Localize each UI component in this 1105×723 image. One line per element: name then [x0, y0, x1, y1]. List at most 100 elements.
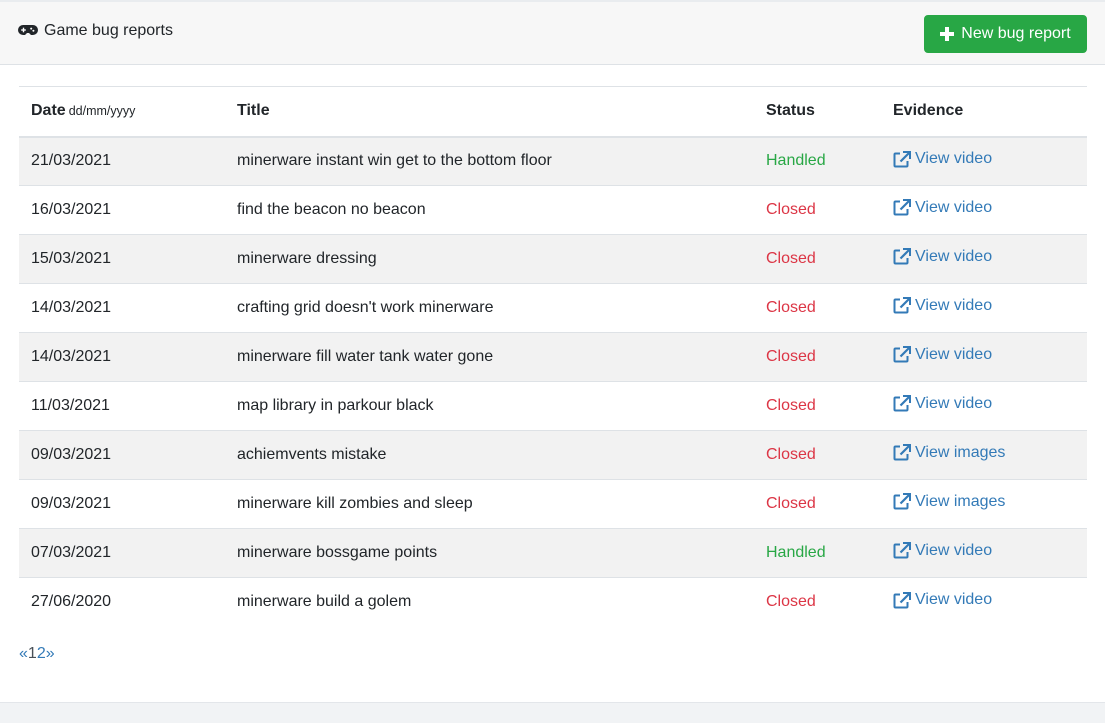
table-row: 21/03/2021 minerware instant win get to t…	[19, 136, 1087, 186]
external-link-icon	[893, 395, 911, 412]
row-status: Closed	[754, 185, 881, 235]
row-evidence: View video	[881, 136, 1087, 186]
evidence-link-label: View video	[915, 198, 993, 216]
row-evidence: View video	[881, 577, 1087, 627]
row-title: minerware dressing	[225, 234, 754, 284]
pagination-page-1[interactable]: 1	[28, 645, 37, 663]
row-status: Closed	[754, 332, 881, 382]
new-bug-report-button[interactable]: New bug report	[924, 15, 1087, 53]
row-title: map library in parkour black	[225, 381, 754, 431]
evidence-link-label: View video	[915, 150, 993, 167]
column-header-title[interactable]: Title	[225, 86, 754, 138]
brand: Game bug reports	[18, 22, 173, 40]
external-link-icon	[893, 591, 911, 608]
row-date: 07/03/2021	[19, 528, 225, 578]
row-title: achiemvents mistake	[225, 430, 754, 480]
external-link-icon	[893, 297, 911, 314]
row-evidence: View video	[881, 332, 1087, 382]
evidence-link-label: View images	[915, 492, 1006, 510]
row-title: minerware bossgame points	[225, 528, 754, 578]
row-evidence: View video	[881, 528, 1087, 578]
table-header-row: Date dd/mm/yyyy Title Status Evidence	[19, 86, 1087, 138]
table-row: 27/06/2020 minerware build a golem Closed V…	[19, 577, 1087, 627]
table-row: 07/03/2021 minerware bossgame points Handl…	[19, 528, 1087, 578]
row-title: crafting grid doesn't work minerware	[225, 283, 754, 333]
evidence-link-label: View video	[915, 591, 993, 608]
row-title: find the beacon no beacon	[225, 185, 754, 235]
gamepad-icon	[18, 25, 38, 35]
page-title: Game bug reports	[44, 22, 173, 39]
evidence-link[interactable]: View video	[893, 395, 992, 413]
row-status: Closed	[754, 479, 881, 529]
row-status: Closed	[754, 381, 881, 431]
external-link-icon	[893, 444, 911, 461]
row-date: 15/03/2021	[19, 234, 225, 284]
pagination-page-2[interactable]: 2	[37, 645, 46, 663]
row-title: minerware build a golem	[225, 577, 754, 627]
pagination-next[interactable]: »	[46, 645, 55, 663]
row-status: Closed	[754, 430, 881, 480]
evidence-link-label: View video	[915, 541, 993, 559]
external-link-icon	[893, 248, 911, 265]
row-evidence: View video	[881, 234, 1087, 284]
evidence-link-label: View video	[915, 296, 993, 314]
date-header-label: Date	[31, 102, 66, 120]
column-header-evidence[interactable]: Evidence	[881, 86, 1087, 138]
table-row: 11/03/2021 map library in parkour black Cl…	[19, 381, 1087, 431]
external-link-icon	[893, 199, 911, 216]
evidence-link[interactable]: View video	[893, 591, 992, 609]
evidence-link-label: View images	[915, 443, 1006, 461]
table-row: 14/03/2021 crafting grid doesn't work min…	[19, 283, 1087, 333]
plus-icon	[940, 27, 955, 41]
row-date: 09/03/2021	[19, 430, 225, 480]
row-date: 14/03/2021	[19, 332, 225, 382]
evidence-link[interactable]: View images	[893, 493, 1005, 511]
row-date: 21/03/2021	[19, 136, 225, 186]
footer-band	[0, 702, 1105, 723]
evidence-link[interactable]: View video	[893, 297, 992, 315]
column-header-date[interactable]: Date dd/mm/yyyy	[19, 86, 225, 138]
row-evidence: View video	[881, 185, 1087, 235]
row-date: 14/03/2021	[19, 283, 225, 333]
row-status: Handled	[754, 528, 881, 578]
evidence-link-label: View video	[915, 394, 993, 412]
new-bug-report-label: New bug report	[961, 25, 1071, 42]
row-status: Closed	[754, 577, 881, 627]
row-title: minerware kill zombies and sleep	[225, 479, 754, 529]
external-link-icon	[893, 346, 911, 363]
pagination-prev[interactable]: «	[19, 645, 28, 663]
evidence-link-label: View video	[915, 345, 993, 363]
table-row: 15/03/2021 minerware dressing Closed View v…	[19, 234, 1087, 284]
row-evidence: View video	[881, 381, 1087, 431]
row-evidence: View images	[881, 430, 1087, 480]
pagination: « 1 2 »	[19, 645, 55, 663]
evidence-link[interactable]: View video	[893, 248, 992, 266]
row-title: minerware fill water tank water gone	[225, 332, 754, 382]
external-link-icon	[893, 542, 911, 559]
column-header-status[interactable]: Status	[754, 86, 881, 138]
table-row: 14/03/2021 minerware fill water tank wate…	[19, 332, 1087, 382]
row-status: Handled	[754, 136, 881, 186]
external-link-icon	[893, 150, 911, 167]
row-evidence: View images	[881, 479, 1087, 529]
evidence-link[interactable]: View video	[893, 199, 992, 217]
evidence-link[interactable]: View video	[893, 542, 992, 560]
row-date: 11/03/2021	[19, 381, 225, 431]
evidence-link[interactable]: View video	[893, 150, 992, 168]
table-row: 09/03/2021 minerware kill zombies and sle…	[19, 479, 1087, 529]
row-title: minerware instant win get to the bottom …	[225, 136, 754, 186]
row-date: 09/03/2021	[19, 479, 225, 529]
table-row: 16/03/2021 find the beacon no beacon Close…	[19, 185, 1087, 235]
evidence-link[interactable]: View video	[893, 346, 992, 364]
bug-reports-table: Date dd/mm/yyyy Title Status Evidence 21/…	[19, 86, 1087, 627]
external-link-icon	[893, 493, 911, 510]
page-header: Game bug reports New bug report	[0, 2, 1105, 65]
row-date: 16/03/2021	[19, 185, 225, 235]
evidence-link-label: View video	[915, 247, 993, 265]
date-format-hint: dd/mm/yyyy	[68, 104, 136, 119]
row-date: 27/06/2020	[19, 577, 225, 627]
evidence-link[interactable]: View images	[893, 444, 1005, 462]
table-row: 09/03/2021 achiemvents mistake Closed View …	[19, 430, 1087, 480]
row-evidence: View video	[881, 283, 1087, 333]
row-status: Closed	[754, 283, 881, 333]
